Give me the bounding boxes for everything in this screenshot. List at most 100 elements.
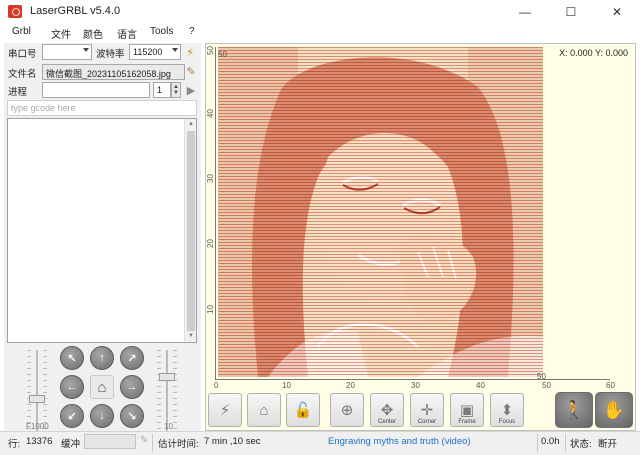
baud-select[interactable]: 115200 [129, 44, 181, 60]
jog-home-button[interactable]: ⌂ [90, 375, 114, 399]
y-tick: 10 [206, 305, 215, 314]
status-separator [565, 434, 566, 452]
right-edge-tick: 50 [537, 372, 546, 381]
file-label: 文件名 [8, 69, 37, 80]
maximize-button[interactable]: ☐ [548, 0, 594, 23]
focus-caption: Focus [498, 419, 516, 425]
speed-label: F1000 [26, 422, 49, 431]
jog-sw-button[interactable]: ↙ [60, 404, 84, 428]
state-value: 断开 [598, 439, 618, 450]
passes-stepper[interactable]: ▲ ▼ [171, 82, 181, 98]
x-tick: 30 [411, 381, 420, 390]
walk-button[interactable]: 🚶 [555, 392, 593, 428]
focus-button[interactable]: ⬍ Focus [490, 393, 524, 427]
step-slider-thumb[interactable] [159, 373, 175, 381]
scan-lines [218, 47, 543, 377]
menu-language[interactable]: 语言 [117, 26, 137, 41]
frame-caption: Frame [458, 419, 476, 425]
menu-tools[interactable]: Tools [150, 26, 173, 37]
passes-field[interactable]: 1 [153, 82, 171, 98]
globe-origin-icon: ⊕ [340, 402, 354, 419]
frame-icon: ▣ [459, 402, 475, 419]
scroll-up-icon[interactable]: ▲ [185, 119, 197, 130]
menu-color[interactable]: 颜色 [83, 26, 103, 41]
unlock-button[interactable]: 🔓 [286, 393, 320, 427]
stop-button[interactable]: ✋ [595, 392, 633, 428]
step-label: 10 [164, 422, 173, 431]
run-icon[interactable]: ▶ [184, 83, 198, 97]
frame-button[interactable]: ▣ Frame [450, 393, 484, 427]
port-select[interactable] [42, 44, 92, 60]
laser-button[interactable]: ⚡ [208, 393, 242, 427]
laser-icon: ⚡ [219, 402, 231, 419]
x-tick: 10 [282, 381, 291, 390]
focus-icon: ⬍ [500, 402, 514, 419]
status-separator [537, 434, 538, 452]
jog-ne-button[interactable]: ↗ [120, 346, 144, 370]
x-tick: 50 [542, 381, 551, 390]
rows-value: 13376 [26, 436, 53, 447]
time-label: 估计时间: [158, 439, 199, 450]
progress-label: 进程 [8, 87, 28, 98]
engraving-preview-image [218, 47, 543, 377]
hours-value: 0.0h [541, 436, 560, 447]
slider-ticks [173, 350, 177, 440]
y-tick: 30 [206, 174, 215, 183]
y-tick: 20 [206, 239, 215, 248]
baud-value: 115200 [133, 47, 163, 57]
set-origin-button[interactable]: ⊕ [330, 393, 364, 427]
console-scrollbar[interactable]: ▲ ▼ [184, 119, 196, 342]
app-icon [8, 5, 22, 18]
open-file-icon[interactable]: ✎ [184, 64, 198, 78]
y-axis-top-tick: 50 [218, 50, 227, 59]
buffer-label: 缓冲 [61, 439, 81, 450]
x-tick: 60 [606, 381, 615, 390]
scroll-thumb[interactable] [187, 131, 195, 331]
state-label: 状态: [570, 439, 592, 450]
file-name-field: 微信截图_20231105162058.jpg [42, 64, 185, 80]
y-tick: 40 [206, 109, 215, 118]
port-label: 串口号 [8, 49, 37, 60]
minimize-button[interactable]: — [502, 0, 548, 23]
x-tick: 40 [476, 381, 485, 390]
engraving-video-link[interactable]: Engraving myths and truth (video) [328, 436, 471, 447]
center-caption: Center [377, 419, 396, 425]
menu-grbl[interactable]: Grbl [12, 26, 31, 37]
progress-bar [42, 82, 150, 98]
corner-icon: ✛ [420, 402, 434, 419]
slider-ticks [157, 350, 161, 440]
jog-nw-button[interactable]: ↖ [60, 346, 84, 370]
x-tick: 20 [346, 381, 355, 390]
jog-s-button[interactable]: ↓ [90, 404, 114, 428]
y-tick: 50 [206, 46, 215, 55]
stop-hand-icon: ✋ [602, 399, 626, 420]
corner-button[interactable]: ✛ Corner [410, 393, 444, 427]
center-button[interactable]: ✥ Center [370, 393, 404, 427]
center-icon: ✥ [380, 402, 394, 419]
chevron-down-icon [172, 48, 178, 52]
buffer-icon: ✎ [140, 435, 149, 446]
jog-se-button[interactable]: ↘ [120, 404, 144, 428]
buffer-bar [84, 434, 136, 449]
x-tick: 0 [214, 381, 219, 390]
connect-icon[interactable]: ⚡ [183, 45, 197, 59]
speed-slider-thumb[interactable] [29, 395, 45, 403]
rows-label: 行: [8, 439, 21, 450]
chevron-down-icon [83, 48, 89, 52]
home-icon: ⌂ [259, 401, 269, 419]
scroll-down-icon[interactable]: ▼ [185, 331, 197, 342]
status-separator [152, 434, 153, 452]
window-title: LaserGRBL v5.4.0 [30, 5, 121, 17]
menu-file[interactable]: 文件 [51, 26, 71, 41]
walking-person-icon: 🚶 [562, 399, 586, 420]
gcode-input[interactable]: type gcode here [7, 100, 197, 116]
close-button[interactable]: ✕ [594, 0, 640, 23]
home-button[interactable]: ⌂ [247, 393, 281, 427]
unlock-icon: 🔓 [293, 402, 313, 419]
jog-w-button[interactable]: ← [60, 375, 84, 399]
corner-caption: Corner [417, 419, 437, 425]
jog-n-button[interactable]: ↑ [90, 346, 114, 370]
coordinate-readout: X: 0.000 Y: 0.000 [559, 48, 628, 58]
jog-e-button[interactable]: → [120, 375, 144, 399]
menu-help[interactable]: ? [189, 26, 195, 37]
